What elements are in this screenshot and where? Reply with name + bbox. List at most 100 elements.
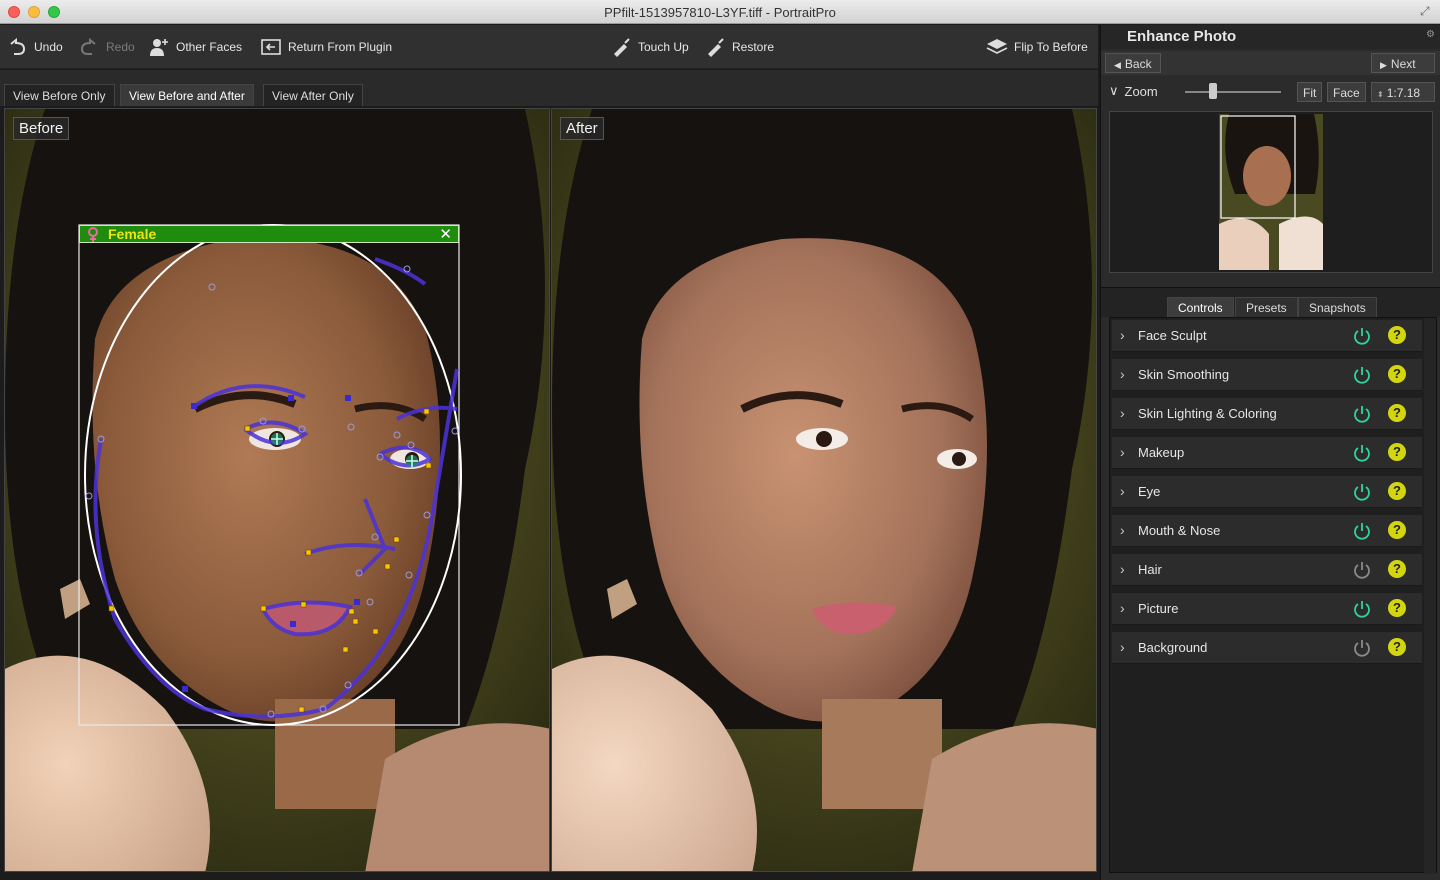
help-icon[interactable]: ?: [1388, 482, 1406, 500]
chevron-right-icon: ›: [1120, 561, 1125, 577]
panel-options-icon[interactable]: ⚙: [1426, 29, 1435, 40]
control-section-row[interactable]: › Eye?: [1112, 476, 1422, 508]
navigator-thumbnail: [1219, 114, 1323, 270]
restore-brush-icon: [708, 38, 724, 57]
control-section-label: Picture: [1138, 601, 1179, 616]
control-section-label: Hair: [1138, 562, 1162, 577]
zoom-slider-thumb[interactable]: [1209, 83, 1217, 99]
after-image-pane[interactable]: After: [551, 108, 1097, 872]
zoom-stepper-icon: ⬍: [1377, 90, 1384, 99]
zoom-controls: ∨ Zoom Fit Face ⬍ 1:7.18: [1101, 79, 1440, 105]
controls-scrollbar[interactable]: [1424, 318, 1436, 874]
chevron-right-icon: ›: [1120, 444, 1125, 460]
power-toggle-icon[interactable]: [1352, 482, 1372, 502]
step-navigation: ◀ Back ▶ Next: [1101, 51, 1440, 75]
zoom-face-button[interactable]: Face: [1327, 82, 1366, 102]
tab-presets[interactable]: Presets: [1235, 297, 1298, 317]
panel-tabs: Controls Presets Snapshots: [1101, 287, 1440, 317]
control-section-row[interactable]: › Makeup?: [1112, 437, 1422, 469]
zoom-fit-button[interactable]: Fit: [1297, 82, 1323, 102]
power-toggle-icon[interactable]: [1352, 521, 1372, 541]
back-label: Back: [1124, 57, 1152, 71]
brush-icon: [614, 38, 630, 57]
control-section-row[interactable]: › Hair?: [1112, 554, 1422, 586]
before-image-pane[interactable]: Female ✕ Before: [4, 108, 550, 872]
landmark-lines: [93, 257, 459, 719]
power-toggle-icon[interactable]: [1352, 443, 1372, 463]
control-section-row[interactable]: › Skin Smoothing?: [1112, 359, 1422, 391]
zoom-value-field[interactable]: ⬍ 1:7.18: [1371, 82, 1435, 102]
before-label: Before: [13, 117, 70, 140]
power-toggle-icon[interactable]: [1352, 638, 1372, 658]
power-toggle-icon[interactable]: [1352, 326, 1372, 346]
restore-button[interactable]: Restore: [704, 35, 774, 59]
chevron-right-icon: ›: [1120, 600, 1125, 616]
next-button[interactable]: ▶ Next: [1371, 53, 1435, 73]
undo-button[interactable]: Undo: [6, 35, 63, 59]
panel-title: Enhance Photo: [1127, 28, 1237, 45]
control-section-label: Face Sculpt: [1138, 328, 1207, 343]
face-outline-ellipse: [84, 224, 462, 726]
control-section-row[interactable]: › Face Sculpt?: [1112, 320, 1422, 352]
tab-controls[interactable]: Controls: [1167, 297, 1234, 317]
after-label: After: [560, 117, 604, 140]
tab-view-after-only[interactable]: View After Only: [263, 84, 363, 106]
chevron-right-icon: ›: [1120, 405, 1125, 421]
zoom-slider-track[interactable]: [1185, 91, 1281, 93]
control-section-label: Mouth & Nose: [1138, 523, 1221, 538]
undo-label: Undo: [34, 40, 63, 54]
next-label: Next: [1390, 57, 1416, 71]
restore-label: Restore: [732, 40, 775, 54]
flip-to-before-button[interactable]: Flip To Before: [986, 35, 1088, 59]
help-icon[interactable]: ?: [1388, 326, 1406, 344]
chevron-down-icon: ∨: [1109, 83, 1119, 98]
back-button[interactable]: ◀ Back: [1105, 53, 1161, 73]
tab-view-before-only[interactable]: View Before Only: [4, 84, 115, 106]
control-section-row[interactable]: › Background?: [1112, 632, 1422, 664]
chevron-right-icon: ›: [1120, 639, 1125, 655]
other-faces-button[interactable]: Other Faces: [148, 35, 242, 59]
panel-header: Enhance Photo ⚙: [1101, 25, 1440, 49]
return-from-plugin-button[interactable]: Return From Plugin: [260, 35, 392, 59]
help-icon[interactable]: ?: [1388, 599, 1406, 617]
remove-face-close-icon[interactable]: ✕: [439, 225, 452, 243]
power-toggle-icon[interactable]: [1352, 404, 1372, 424]
zoom-label: Zoom: [1124, 83, 1158, 99]
tab-snapshots[interactable]: Snapshots: [1298, 297, 1377, 317]
face-tag-bar[interactable]: Female ✕: [79, 225, 459, 243]
zoom-toggle[interactable]: ∨ Zoom: [1109, 83, 1158, 99]
tab-view-before-and-after[interactable]: View Before and After: [120, 84, 254, 106]
redo-button[interactable]: Redo: [78, 35, 135, 59]
chevron-right-icon: ›: [1120, 522, 1125, 538]
layers-icon: [986, 39, 1008, 54]
fullscreen-icon[interactable]: ⤢: [1420, 4, 1434, 18]
control-section-row[interactable]: › Skin Lighting & Coloring?: [1112, 398, 1422, 430]
help-icon[interactable]: ?: [1388, 521, 1406, 539]
control-section-row[interactable]: › Mouth & Nose?: [1112, 515, 1422, 547]
face-landmark-overlay[interactable]: [5, 109, 550, 872]
view-mode-tabs: View Before Only View Before and After V…: [0, 70, 1098, 106]
person-add-icon: [150, 39, 168, 56]
navigator-preview[interactable]: [1109, 111, 1433, 273]
window-title: PPfilt-1513957810-L3YF.tiff - PortraitPr…: [604, 5, 836, 20]
help-icon[interactable]: ?: [1388, 560, 1406, 578]
power-toggle-icon[interactable]: [1352, 365, 1372, 385]
undo-icon: [10, 37, 26, 55]
after-photo: [552, 109, 1096, 871]
power-toggle-icon[interactable]: [1352, 560, 1372, 580]
control-section-row[interactable]: › Picture?: [1112, 593, 1422, 625]
help-icon[interactable]: ?: [1388, 365, 1406, 383]
chevron-right-icon: ›: [1120, 327, 1125, 343]
redo-icon: [80, 37, 96, 55]
control-section-label: Skin Smoothing: [1138, 367, 1230, 382]
controls-list: › Face Sculpt? › Skin Smoothing? › Skin Light…: [1109, 317, 1437, 874]
female-gender-icon: [88, 227, 98, 242]
face-tag-label: Female: [108, 226, 157, 242]
touch-up-button[interactable]: Touch Up: [610, 35, 689, 59]
next-arrow-icon: ▶: [1380, 60, 1387, 70]
help-icon[interactable]: ?: [1388, 404, 1406, 422]
power-toggle-icon[interactable]: [1352, 599, 1372, 619]
control-section-label: Eye: [1138, 484, 1161, 499]
help-icon[interactable]: ?: [1388, 638, 1406, 656]
help-icon[interactable]: ?: [1388, 443, 1406, 461]
